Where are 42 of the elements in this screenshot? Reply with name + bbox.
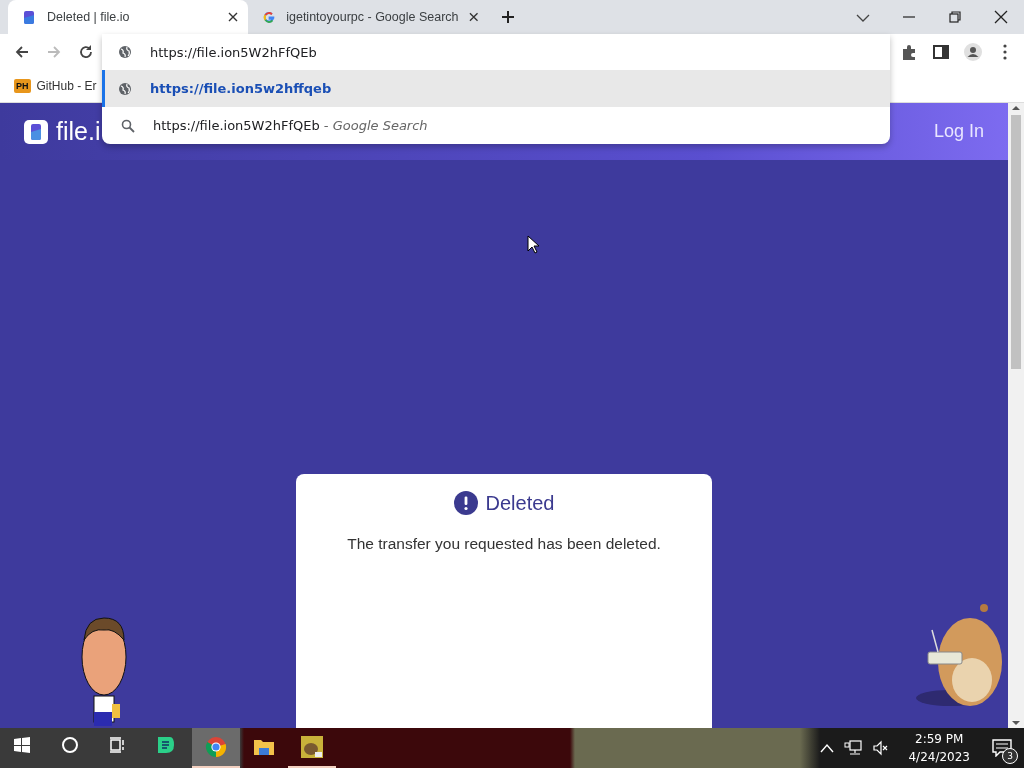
plus-icon[interactable] (501, 10, 515, 24)
logo-icon[interactable] (24, 119, 48, 144)
chrome-icon (205, 736, 227, 758)
reload-icon[interactable] (77, 43, 95, 61)
cursor-icon (527, 235, 539, 254)
close-icon[interactable] (992, 8, 1010, 26)
search-icon (121, 118, 135, 133)
scrollbar[interactable] (1008, 103, 1024, 728)
chevron-up-icon[interactable] (820, 743, 835, 753)
clock-time[interactable]: 2:59 PM (915, 730, 964, 748)
notification-badge: 3 (1002, 748, 1018, 764)
clock-date[interactable]: 4/24/2023 (908, 748, 970, 766)
bookmark-favicon: PH (14, 79, 31, 93)
side-panel-icon[interactable] (932, 43, 950, 61)
logo-icon (22, 9, 37, 25)
suggestion-item[interactable]: https://file.ion5W2hFfQEb - Google Search (102, 107, 890, 144)
close-icon[interactable] (468, 12, 478, 22)
close-icon[interactable] (228, 12, 238, 22)
card-title: Deleted (485, 491, 555, 515)
nav-link[interactable]: Log In (933, 121, 984, 142)
browser-tab[interactable]: Deleted | file.io (8, 0, 248, 34)
bookmark-link[interactable]: GitHub - Er (36, 79, 97, 93)
down-arrow-icon[interactable] (1011, 718, 1021, 728)
browser-tab[interactable]: igetintoyourpc - Google Search (248, 0, 488, 34)
globe-icon (118, 81, 132, 96)
suggestion-item[interactable]: https://file.ion5w2hffqeb (102, 70, 890, 107)
puzzle-icon[interactable] (900, 43, 918, 61)
game-icon (301, 736, 323, 758)
suggestion-url: https://file.ion5w2hffqeb (150, 81, 332, 96)
restore-icon[interactable] (946, 8, 964, 26)
alert-icon (453, 491, 478, 515)
up-arrow-icon[interactable] (1011, 103, 1021, 113)
suggestion-text: https://file.ion5W2hFfQEb - Google Search (153, 118, 428, 133)
globe-icon (118, 45, 132, 59)
google-icon (262, 9, 277, 25)
network-icon[interactable] (844, 740, 863, 756)
notification-icon[interactable] (992, 739, 1012, 757)
logo-text[interactable]: file.i (56, 117, 101, 146)
profile-icon[interactable] (964, 43, 982, 61)
address-field[interactable]: https://file.ion5W2hFfQEb (150, 44, 890, 60)
card-message: The transfer you requested has been deleted. (347, 535, 661, 553)
scroll-thumb[interactable] (1011, 115, 1021, 369)
